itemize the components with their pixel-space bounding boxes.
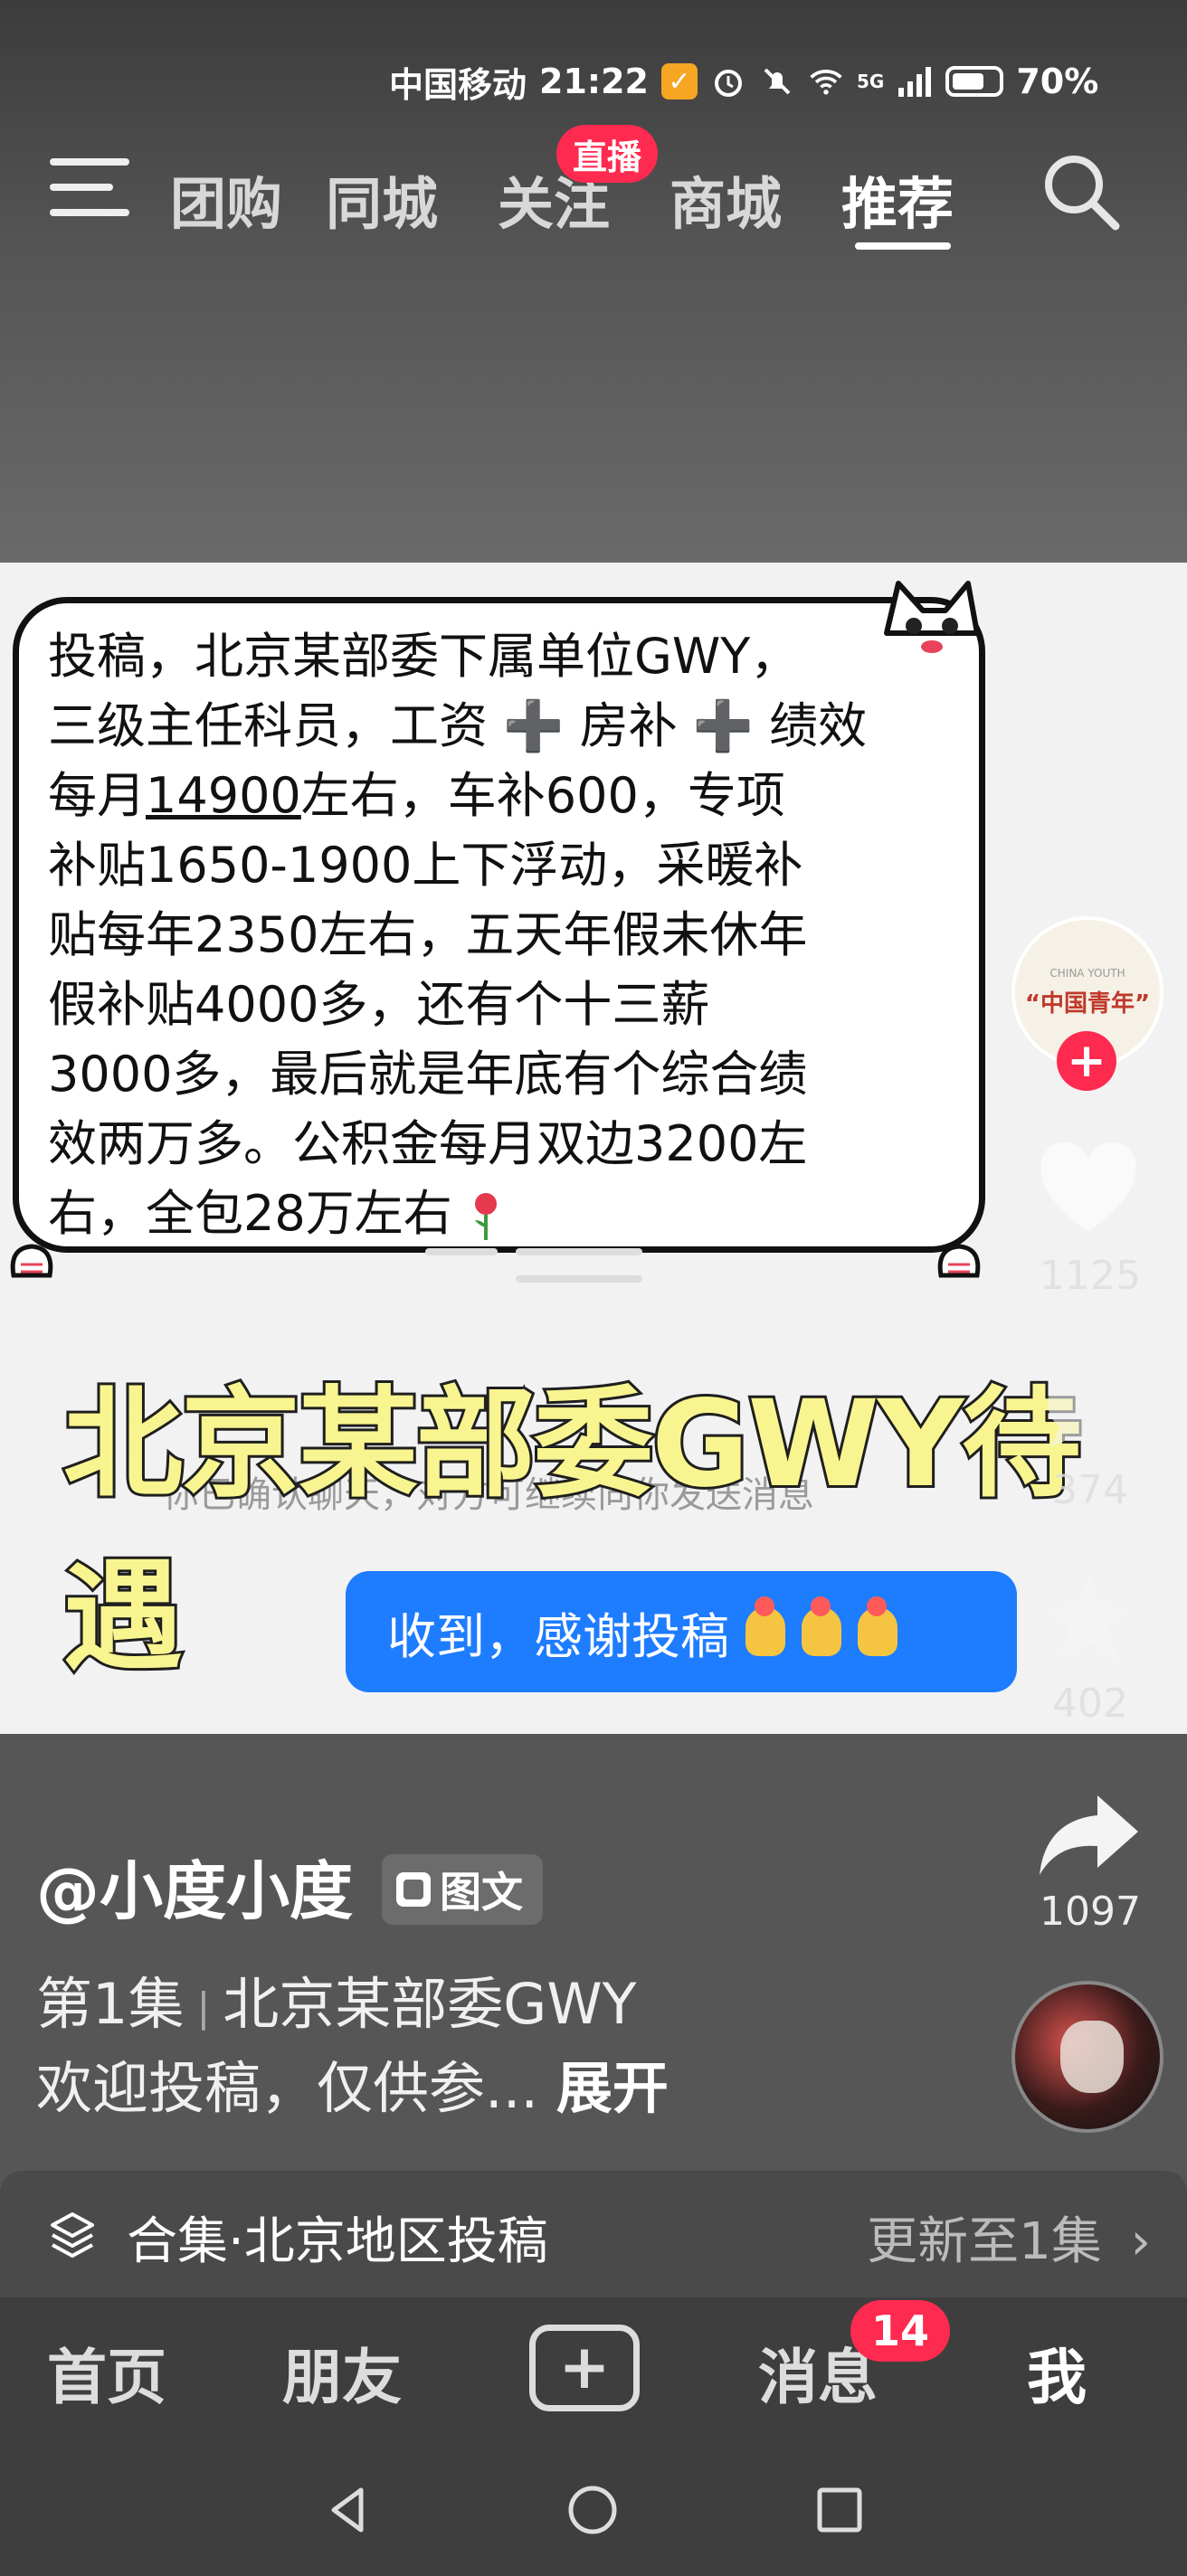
episode-title: 北京某部委GWY [223,1971,637,2037]
battery-percent: 70% [1016,62,1099,101]
battery-icon [945,66,1004,97]
alarm-icon [710,63,746,99]
bubble-line: 每月14900左右，车补600，专项 [48,761,961,830]
author-avatar[interactable] [1011,1981,1163,2133]
live-badge: 直播 [556,125,658,183]
collection-update-text: 更新至1集 [867,2212,1102,2271]
collection-update[interactable]: 更新至1集 › [867,2201,1151,2274]
nav-friends[interactable]: 朋友 [282,2329,402,2416]
author-name[interactable]: @小度小度 [36,1841,353,1932]
clock: 21:22 [539,62,649,101]
favorite-star-icon[interactable] [1034,1569,1143,1669]
like-count: 1125 [1040,1253,1141,1299]
mute-bell-icon [759,63,795,99]
bubble-line: 效两万多。公积金每月双边3200左 [48,1115,808,1172]
post-description: 欢迎投稿，仅供参... 展开 [36,2042,669,2124]
app-notification-icon: ✓ [660,63,698,99]
avatar-logo-text: “中国青年” [1024,990,1151,1018]
post-type-tag: 图文 [382,1854,543,1925]
paw-left-icon [10,1244,53,1278]
chat-separator [425,1221,859,1302]
tab-group-buy[interactable]: 团购 [170,158,282,240]
nav-home[interactable]: 首页 [47,2329,166,2416]
share-count: 1097 [1040,1889,1141,1935]
carrier-name: 中国移动 [389,64,527,105]
favorite-count: 402 [1052,1681,1128,1727]
home-circle-icon[interactable] [565,2483,620,2537]
bubble-line: 投稿，北京某部委下属单位GWY， [48,628,800,685]
description-text: 欢迎投稿，仅供参... [36,2055,539,2121]
paw-right-icon [937,1244,981,1278]
tab-mall[interactable]: 商城 [669,158,782,240]
network-type: 5G [856,71,885,92]
nav-me[interactable]: 我 [1027,2329,1087,2416]
pray-hands-icon [745,1596,897,1656]
like-heart-icon[interactable] [1034,1141,1143,1241]
post-type-label: 图文 [440,1868,523,1917]
episode-line[interactable]: 第1集 | 北京某部委GWY [36,1958,637,2040]
search-icon[interactable] [1036,147,1126,237]
tab-local[interactable]: 同城 [326,158,438,240]
comment-icon[interactable] [1034,1357,1143,1456]
bubble-line: 补贴1650-1900上下浮动，采暖补 [48,837,803,894]
messages-badge: 14 [850,2300,950,2362]
create-post-button[interactable]: + [529,2325,640,2411]
collection-stack-icon [51,2212,94,2258]
comment-count: 374 [1052,1467,1128,1513]
follow-button[interactable]: + [1057,1031,1116,1091]
collection-label: 合集·北京地区投稿 [127,2212,548,2271]
bubble-text: 右，全包28万左右 [48,1185,452,1242]
bubble-line: 三级主任科员，工资 ➕ 房补 ➕ 绩效 [48,697,868,754]
avatar-logo-small-text: CHINA YOUTH [1049,966,1125,980]
tab-recommend[interactable]: 推荐 [841,158,954,240]
bubble-text: 每月 [48,767,146,824]
bubble-line: 假补贴4000多，还有个十三薪 [48,976,710,1033]
bubble-text: 左右，车补600，专项 [300,767,785,824]
episode-number: 第1集 [36,1971,185,2037]
expand-button[interactable]: 展开 [556,2055,669,2121]
divider: | [196,1984,211,2031]
reply-message-bubble: 收到，感谢投稿 [346,1571,1017,1692]
menu-icon[interactable] [50,158,131,222]
active-tab-indicator [855,242,951,250]
status-bar: 中国移动 21:22 ✓ 5G 70% [389,54,1115,109]
back-icon[interactable] [321,2483,375,2537]
submission-text-bubble: 投稿，北京某部委下属单位GWY， 三级主任科员，工资 ➕ 房补 ➕ 绩效 每月1… [13,597,985,1253]
bubble-line: 3000多，最后就是年底有个综合绩 [48,1046,808,1103]
image-text-icon [396,1872,431,1907]
recents-square-icon[interactable] [812,2483,867,2537]
cartoon-face-icon [882,579,982,669]
salary-figure: 14900 [146,767,301,824]
reply-text: 收到，感谢投稿 [387,1607,729,1665]
wifi-icon [808,63,844,99]
chevron-right-icon: › [1130,2212,1151,2271]
share-icon[interactable] [1034,1786,1143,1886]
bubble-line: 贴每年2350左右，五天年假未休年 [48,906,808,963]
signal-icon [897,63,933,99]
